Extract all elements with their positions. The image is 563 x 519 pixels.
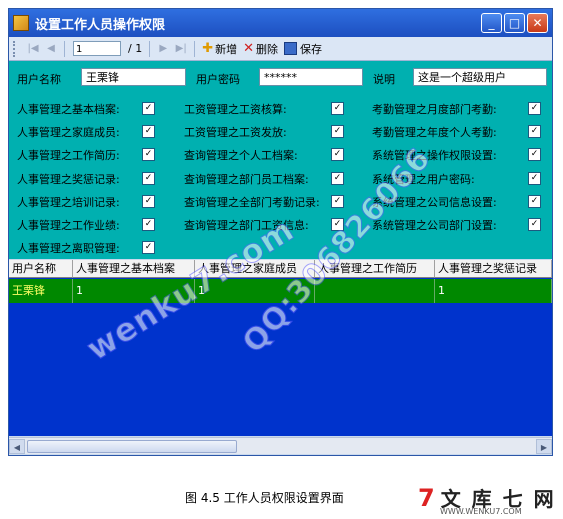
note-label: 说明: [373, 73, 395, 86]
username-field[interactable]: 王栗锋: [81, 68, 186, 86]
permission-label: 人事管理之离职管理:: [17, 242, 120, 255]
permission-label: 考勤管理之年度个人考勤:: [372, 126, 497, 139]
toolbar-separator: [64, 40, 65, 57]
grid-header-rewards[interactable]: 人事管理之奖惩记录: [435, 260, 552, 278]
window-title: 设置工作人员操作权限: [35, 17, 166, 33]
horizontal-scrollbar[interactable]: ◀ ▶: [9, 437, 552, 454]
permission-checkbox[interactable]: ✓: [142, 148, 155, 161]
close-button[interactable]: ✕: [527, 13, 548, 33]
permission-label: 查询管理之全部门考勤记录:: [184, 196, 320, 209]
username-label: 用户名称: [17, 73, 61, 86]
permission-label: 人事管理之基本档案:: [17, 103, 120, 116]
permission-checkbox[interactable]: ✓: [528, 125, 541, 138]
move-next-icon[interactable]: ▶: [154, 43, 172, 54]
permission-checkbox[interactable]: ✓: [142, 195, 155, 208]
permission-checkbox[interactable]: ✓: [528, 195, 541, 208]
logo-url: WWW.WENKU7.COM: [440, 507, 522, 516]
maximize-button[interactable]: □: [504, 13, 525, 33]
grid-cell-resume[interactable]: [315, 279, 435, 303]
scroll-thumb[interactable]: [27, 439, 237, 453]
permission-checkbox[interactable]: ✓: [528, 148, 541, 161]
scroll-left-icon[interactable]: ◀: [9, 438, 25, 454]
record-count: / 1: [128, 42, 143, 55]
grid-header-username[interactable]: 用户名称: [9, 260, 73, 278]
permission-checkbox[interactable]: ✓: [331, 102, 344, 115]
permission-label: 人事管理之培训记录:: [17, 196, 120, 209]
permission-checkbox[interactable]: ✓: [142, 218, 155, 231]
add-button[interactable]: ✚ 新增: [202, 41, 237, 57]
permission-label: 工资管理之工资发放:: [184, 126, 287, 139]
toolbar-separator: [194, 40, 196, 57]
note-field[interactable]: 这是一个超级用户: [413, 68, 547, 86]
move-previous-icon[interactable]: ◀: [42, 43, 60, 54]
save-button[interactable]: 保存: [284, 41, 322, 57]
binding-navigator: |◀ ◀ 1 / 1 ▶ ▶| ✚ 新增 ✕ 删除 保存: [9, 37, 552, 61]
permission-checkbox[interactable]: ✓: [142, 172, 155, 185]
permission-checkbox[interactable]: ✓: [331, 148, 344, 161]
permission-checkbox[interactable]: ✓: [142, 241, 155, 254]
permission-label: 工资管理之工资核算:: [184, 103, 287, 116]
permission-checkbox[interactable]: ✓: [142, 125, 155, 138]
delete-label: 删除: [256, 42, 279, 56]
figure-caption: 图 4.5 工作人员权限设置界面: [185, 491, 344, 505]
permission-label: 查询管理之个人工档案:: [184, 149, 298, 162]
minimize-button[interactable]: _: [481, 13, 502, 33]
permission-label: 查询管理之部门员工档案:: [184, 173, 309, 186]
permission-checkbox[interactable]: ✓: [331, 195, 344, 208]
permission-checkbox[interactable]: ✓: [528, 102, 541, 115]
move-last-icon[interactable]: ▶|: [172, 43, 190, 54]
permission-checkbox[interactable]: ✓: [142, 102, 155, 115]
permission-label: 考勤管理之月度部门考勤:: [372, 103, 497, 116]
add-label: 新增: [215, 42, 238, 56]
permission-label: 人事管理之奖惩记录:: [17, 173, 120, 186]
password-field[interactable]: ******: [259, 68, 363, 86]
add-icon: ✚: [202, 41, 214, 56]
delete-icon: ✕: [243, 41, 255, 56]
app-icon: [13, 15, 29, 31]
toolbar-grip[interactable]: [13, 40, 18, 57]
permission-label: 系统管理之公司部门设置:: [372, 219, 497, 232]
permission-checkbox[interactable]: ✓: [528, 218, 541, 231]
grid-cell-rewards[interactable]: 1: [435, 279, 552, 303]
save-label: 保存: [300, 42, 323, 56]
grid-cell-username[interactable]: 王栗锋: [9, 279, 73, 303]
permission-label: 人事管理之家庭成员:: [17, 126, 120, 139]
permission-checkbox[interactable]: ✓: [528, 172, 541, 185]
delete-button[interactable]: ✕ 删除: [243, 41, 278, 57]
permission-label: 人事管理之工作业绩:: [17, 219, 120, 232]
scroll-right-icon[interactable]: ▶: [536, 438, 552, 454]
title-bar[interactable]: 设置工作人员操作权限 _ □ ✕: [9, 9, 552, 37]
permission-label: 人事管理之工作简历:: [17, 149, 120, 162]
password-label: 用户密码: [196, 73, 240, 86]
logo-mark: 7: [418, 484, 437, 512]
position-input[interactable]: 1: [73, 41, 121, 56]
permission-checkbox[interactable]: ✓: [331, 172, 344, 185]
move-first-icon[interactable]: |◀: [24, 43, 42, 54]
save-icon: [284, 42, 298, 55]
permission-checkbox[interactable]: ✓: [331, 125, 344, 138]
toolbar-separator: [149, 40, 151, 57]
